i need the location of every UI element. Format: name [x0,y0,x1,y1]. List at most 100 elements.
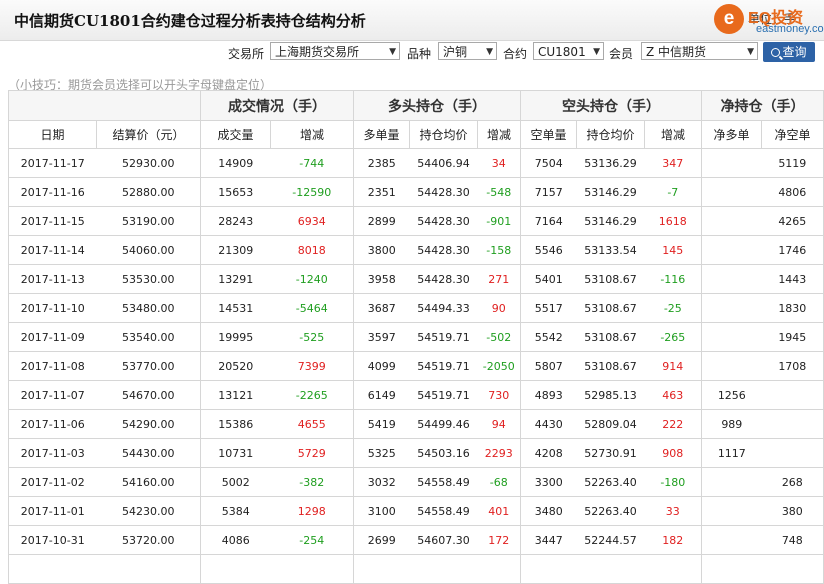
table-cell: 3300 [520,467,577,497]
table-cell [200,554,271,584]
column-header: 结算价（元） [96,120,201,149]
table-cell: 54670.00 [96,380,201,410]
table-row: 2017-10-31 53720.00 4086 -254 2699 54607.30 17… [8,525,824,555]
table-cell: 182 [644,525,703,555]
table-cell: 5517 [520,293,577,323]
variety-select[interactable]: 沪铜 ▼ [438,42,497,60]
column-header: 增减 [644,120,703,149]
table-cell [701,525,762,555]
table-cell: 2017-11-17 [8,148,97,178]
table-cell: 53108.67 [576,322,645,352]
table-cell: 54428.30 [409,235,478,265]
table-cell: 13291 [200,264,271,294]
table-cell: 54430.00 [96,438,201,468]
table-row: 2017-11-03 54430.00 10731 5729 5325 54503.16 2… [8,438,824,468]
query-button-label: 查询 [782,45,807,59]
table-cell: -265 [644,322,703,352]
exchange-value: 上海期货交易所 [275,45,360,59]
table-cell [576,554,645,584]
table-cell: 5401 [520,264,577,294]
table-cell [761,438,824,468]
table-cell: -12590 [270,177,354,207]
table-cell: 2017-11-13 [8,264,97,294]
table-cell: 3100 [353,496,410,526]
table-cell: 5419 [353,409,410,439]
table-cell: 3597 [353,322,410,352]
table-row: 2017-11-08 53770.00 20520 7399 4099 54519.71-… [8,351,824,381]
column-header: 持仓均价 [576,120,646,149]
table-cell [270,554,354,584]
table-cell: 3958 [353,264,410,294]
site-logo[interactable]: e EQ投资 eastmoney.com [708,2,824,38]
table-cell [701,293,762,323]
table-cell: 2351 [353,177,410,207]
column-header: 成交量 [200,120,271,149]
table-cell: 1117 [701,438,762,468]
table-cell: 2899 [353,206,410,236]
table-cell: 54519.71 [409,380,478,410]
table-cell: 53190.00 [96,206,201,236]
table-cell: 15386 [200,409,271,439]
table-cell: -548 [477,177,522,207]
logo-url: eastmoney.com [756,23,824,35]
table-row: 2017-11-10 53480.00 14531 -5464 3687 54494.33… [8,293,824,323]
exchange-select[interactable]: 上海期货交易所 ▼ [270,42,400,60]
table-cell: 54499.46 [409,409,478,439]
table-cell: 2017-11-10 [8,293,97,323]
contract-select[interactable]: CU1801 ▼ [533,42,604,60]
table-cell: -68 [477,467,522,497]
table-cell: -525 [270,322,354,352]
contract-label: 合约 [503,47,528,61]
table-row: 2017-11-09 53540.00 19995 -525 3597 54519.71-… [8,322,824,352]
member-select[interactable]: Z 中信期货 ▼ [641,42,758,60]
table-cell [644,554,703,584]
group-header-long: 多头持仓（手） [352,90,522,121]
column-header: 空单量 [520,120,578,149]
table-cell: 748 [761,525,824,555]
table-cell: 53108.67 [576,351,645,381]
table-cell: 6149 [353,380,410,410]
table-cell: 53136.29 [576,148,645,178]
table-cell [353,554,410,584]
table-cell: 52880.00 [96,177,201,207]
table-cell [701,322,762,352]
table-cell: 5546 [520,235,577,265]
table-cell: 10731 [200,438,271,468]
table-cell: 2017-11-09 [8,322,97,352]
table-cell: 54406.94 [409,148,478,178]
table-cell [96,554,201,584]
page-title: 中信期货CU1801合约建仓过程分析表持仓结构分析 [14,12,366,30]
table-cell: -25 [644,293,703,323]
table-cell: 730 [477,380,522,410]
table-cell [701,496,762,526]
table-cell: 21309 [200,235,271,265]
chevron-down-icon: ▼ [486,47,493,57]
query-button[interactable]: 查询 [763,42,815,62]
exchange-label: 交易所 [228,47,265,61]
table-cell: 54230.00 [96,496,201,526]
column-header: 多单量 [353,120,410,149]
group-header-blank [8,90,201,121]
table-cell: 14909 [200,148,271,178]
table-cell: 33 [644,496,703,526]
table-cell: 34 [477,148,522,178]
table-row: 2017-11-02 54160.00 5002 -382 3032 54558.49 -6… [8,467,824,497]
table-cell: 52809.04 [576,409,645,439]
table-cell: 2385 [353,148,410,178]
member-value: Z 中信期货 [646,45,707,59]
table-row: 2017-11-15 53190.00 28243 6934 2899 54428.30-… [8,206,824,236]
table-row: 2017-11-07 54670.00 13121 -2265 6149 54519.71… [8,380,824,410]
table-cell: 13121 [200,380,271,410]
table-cell [701,206,762,236]
table-cell: 4430 [520,409,577,439]
table-cell: 53530.00 [96,264,201,294]
table-body: 2017-11-17 52930.00 14909 -744 2385 54406.94 3… [8,148,824,584]
table-cell: 172 [477,525,522,555]
table-cell: 271 [477,264,522,294]
table-row: 2017-11-13 53530.00 13291 -1240 3958 54428.30… [8,264,824,294]
table-cell: 463 [644,380,703,410]
table-row [8,554,824,584]
table-cell: 53146.29 [576,177,645,207]
table-cell: 53133.54 [576,235,645,265]
table-cell: 54558.49 [409,467,478,497]
